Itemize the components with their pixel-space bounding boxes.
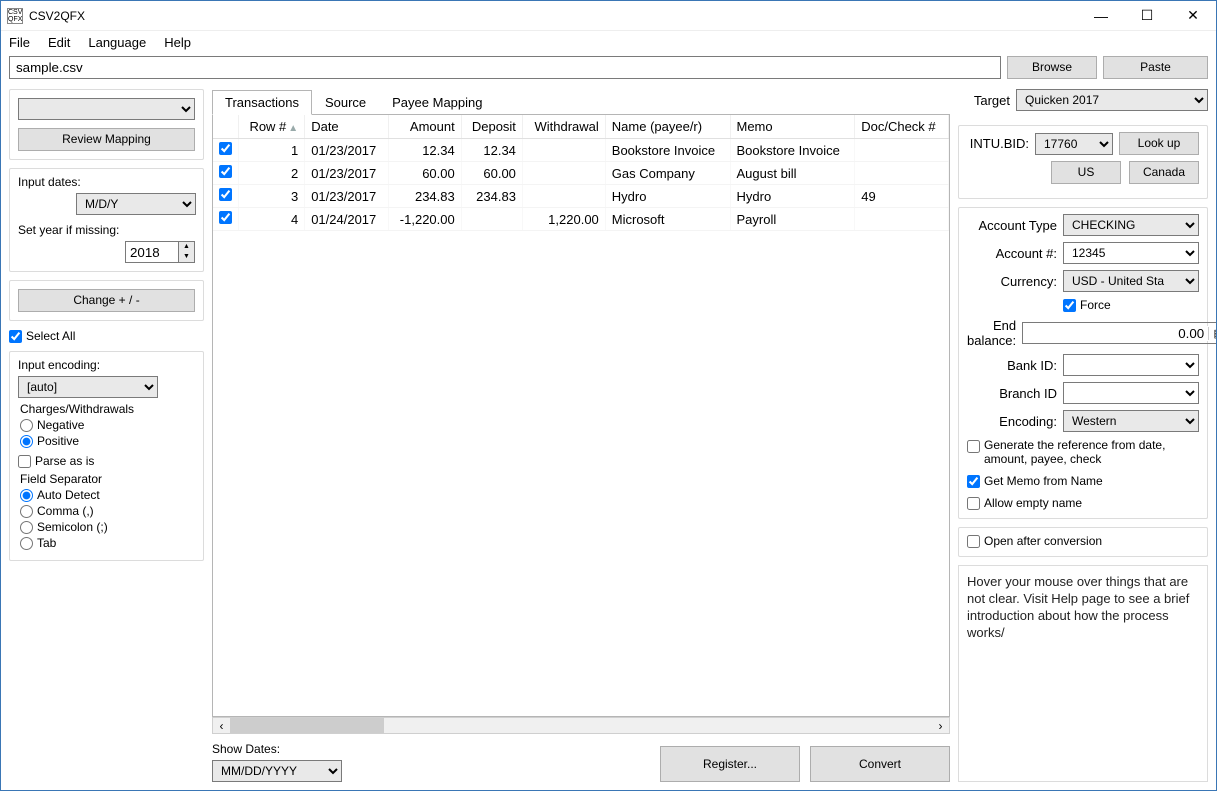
force-checkbox[interactable]: Force [1063,298,1111,312]
select-all-checkbox[interactable]: Select All [9,329,204,343]
branch-id-label: Branch ID [967,386,1057,401]
tab-payee-mapping[interactable]: Payee Mapping [379,90,495,115]
branch-id-combo[interactable] [1063,382,1199,404]
generate-reference-checkbox[interactable]: Generate the reference from date, amount… [967,438,1199,466]
lookup-button[interactable]: Look up [1119,132,1199,155]
target-combo[interactable]: Quicken 2017 [1016,89,1208,111]
menubar: File Edit Language Help [1,31,1216,56]
account-type-combo[interactable]: CHECKING [1063,214,1199,236]
titlebar: CSVQFX CSV2QFX — ☐ ✕ [1,1,1216,31]
file-path-input[interactable] [9,56,1001,79]
sort-asc-icon: ▲ [288,123,298,134]
set-year-label: Set year if missing: [18,223,195,237]
col-doc[interactable]: Doc/Check # [855,115,949,139]
sep-auto-radio[interactable]: Auto Detect [20,488,195,502]
charges-negative-radio[interactable]: Negative [20,418,195,432]
col-row: Row #▲ [239,115,305,139]
sep-semicolon-radio[interactable]: Semicolon (;) [20,520,195,534]
show-dates-combo[interactable]: MM/DD/YYYY [212,760,342,782]
row-checkbox[interactable] [219,211,232,224]
charges-title: Charges/Withdrawals [20,402,195,416]
canada-button[interactable]: Canada [1129,161,1199,184]
bank-id-combo[interactable] [1063,354,1199,376]
open-after-checkbox[interactable]: Open after conversion [967,534,1199,548]
browse-button[interactable]: Browse [1007,56,1097,79]
account-number-label: Account #: [967,246,1057,261]
maximize-button[interactable]: ☐ [1124,1,1170,31]
app-icon: CSVQFX [7,8,23,24]
tabs: Transactions Source Payee Mapping [212,89,950,115]
right-encoding-combo[interactable]: Western [1063,410,1199,432]
parse-as-is-checkbox[interactable]: Parse as is [18,454,195,468]
input-dates-combo[interactable]: M/D/Y [76,193,196,215]
table-row[interactable]: 201/23/201760.0060.00Gas CompanyAugust b… [213,162,949,185]
right-encoding-label: Encoding: [967,414,1057,429]
input-dates-label: Input dates: [18,175,195,189]
row-checkbox[interactable] [219,142,232,155]
review-mapping-button[interactable]: Review Mapping [18,128,195,151]
close-button[interactable]: ✕ [1170,1,1216,31]
tab-transactions[interactable]: Transactions [212,90,312,115]
minimize-button[interactable]: — [1078,1,1124,31]
table-row[interactable]: 101/23/201712.3412.34Bookstore InvoiceBo… [213,139,949,162]
change-sign-button[interactable]: Change + / - [18,289,195,312]
col-amount[interactable]: Amount [388,115,461,139]
calendar-icon[interactable]: ▦ [1208,327,1216,340]
charges-positive-radio[interactable]: Positive [20,434,195,448]
col-date[interactable]: Date [305,115,389,139]
table-row[interactable]: 401/24/2017-1,220.001,220.00MicrosoftPay… [213,208,949,231]
paste-button[interactable]: Paste [1103,56,1208,79]
intubid-combo[interactable]: 17760 [1035,133,1113,155]
input-encoding-combo[interactable]: [auto] [18,376,158,398]
show-dates-label: Show Dates: [212,742,342,756]
get-memo-checkbox[interactable]: Get Memo from Name [967,474,1199,488]
currency-label: Currency: [967,274,1057,289]
horizontal-scrollbar[interactable]: ‹› [212,717,950,734]
col-deposit[interactable]: Deposit [461,115,522,139]
account-number-combo[interactable]: 12345 [1063,242,1199,264]
col-name[interactable]: Name (payee/r) [605,115,730,139]
sep-tab-radio[interactable]: Tab [20,536,195,550]
window-title: CSV2QFX [29,9,1078,23]
intubid-label: INTU.BID: [967,136,1029,151]
bank-id-label: Bank ID: [967,358,1057,373]
convert-button[interactable]: Convert [810,746,950,782]
file-row: Browse Paste [1,56,1216,83]
currency-combo[interactable]: USD - United Sta [1063,270,1199,292]
account-type-label: Account Type [967,218,1057,233]
input-encoding-label: Input encoding: [18,358,195,372]
menu-help[interactable]: Help [164,35,191,50]
allow-empty-name-checkbox[interactable]: Allow empty name [967,496,1199,510]
sep-comma-radio[interactable]: Comma (,) [20,504,195,518]
col-memo[interactable]: Memo [730,115,855,139]
menu-language[interactable]: Language [88,35,146,50]
register-button[interactable]: Register... [660,746,800,782]
end-balance-input[interactable]: ▦ [1022,322,1216,344]
menu-edit[interactable]: Edit [48,35,70,50]
tab-source[interactable]: Source [312,90,379,115]
row-checkbox[interactable] [219,165,232,178]
mapping-combo[interactable] [18,98,195,120]
col-withdrawal[interactable]: Withdrawal [522,115,605,139]
table-row[interactable]: 301/23/2017234.83234.83HydroHydro49 [213,185,949,208]
us-button[interactable]: US [1051,161,1121,184]
set-year-spinner[interactable]: ▲▼ [125,241,195,263]
end-balance-label: End balance: [967,318,1016,348]
transactions-grid[interactable]: Row #▲ Date Amount Deposit Withdrawal Na… [213,115,949,231]
separator-title: Field Separator [20,472,195,486]
target-label: Target [958,93,1010,108]
help-text: Hover your mouse over things that are no… [958,565,1208,782]
menu-file[interactable]: File [9,35,30,50]
row-checkbox[interactable] [219,188,232,201]
